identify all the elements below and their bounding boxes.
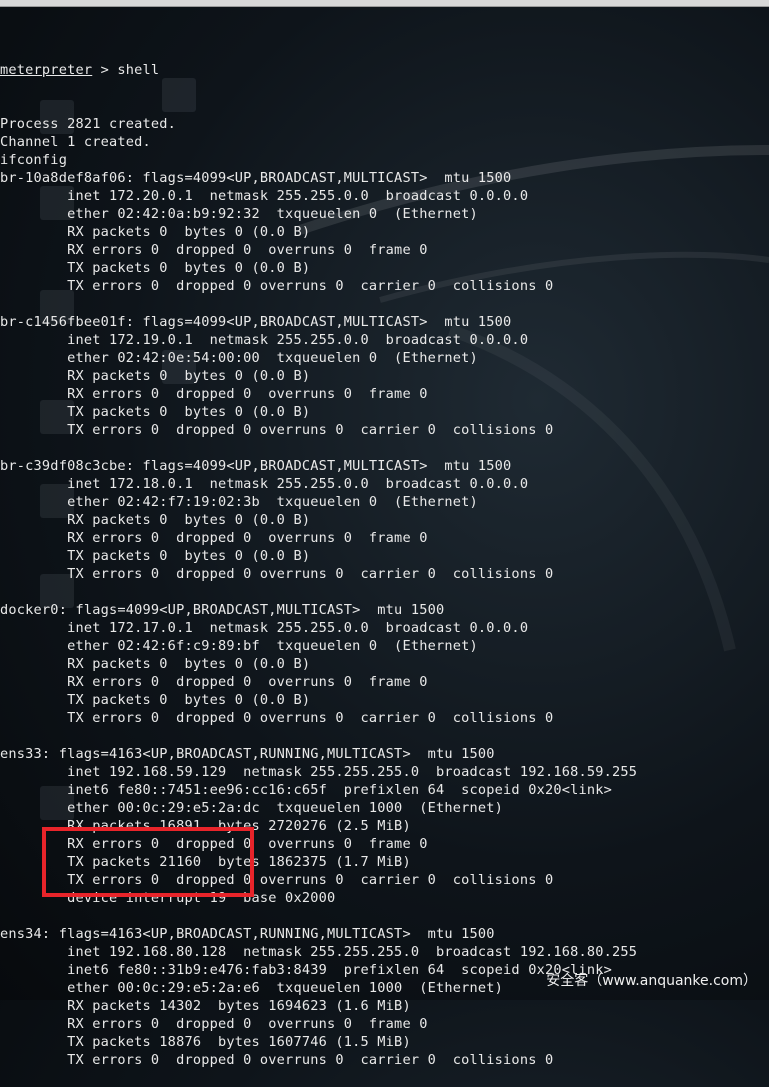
terminal-line: inet 172.18.0.1 netmask 255.255.0.0 broa…	[0, 476, 529, 492]
terminal-line: RX packets 0 bytes 0 (0.0 B)	[0, 512, 311, 528]
terminal-line: ether 02:42:0e:54:00:00 txqueuelen 0 (Et…	[0, 350, 478, 366]
meterpreter-prompt: meterpreter	[0, 62, 93, 78]
terminal-line: TX errors 0 dropped 0 overruns 0 carrier…	[0, 278, 554, 294]
watermark: 安全客（www.anquanke.com）	[546, 973, 757, 989]
terminal-line: TX errors 0 dropped 0 overruns 0 carrier…	[0, 710, 554, 726]
terminal-line: TX packets 18876 bytes 1607746 (1.5 MiB)	[0, 1034, 411, 1050]
terminal-output: meterpreter > shell Process 2821 created…	[0, 25, 637, 1087]
terminal-line: RX packets 0 bytes 0 (0.0 B)	[0, 656, 311, 672]
terminal-line: ether 02:42:6f:c9:89:bf txqueuelen 0 (Et…	[0, 638, 478, 654]
top-menu-bar	[0, 0, 769, 7]
terminal-line: RX errors 0 dropped 0 overruns 0 frame 0	[0, 1016, 428, 1032]
terminal-line: inet 172.19.0.1 netmask 255.255.0.0 broa…	[0, 332, 529, 348]
shell-command: > shell	[92, 62, 160, 78]
terminal-line: RX errors 0 dropped 0 overruns 0 frame 0	[0, 242, 428, 258]
terminal-line: RX errors 0 dropped 0 overruns 0 frame 0	[0, 674, 428, 690]
terminal-line: ether 00:0c:29:e5:2a:e6 txqueuelen 1000 …	[0, 980, 504, 996]
terminal-line: inet 192.168.80.128 netmask 255.255.255.…	[0, 944, 638, 960]
terminal-line: inet6 fe80::31b9:e476:fab3:8439 prefixle…	[0, 962, 613, 978]
terminal-line: docker0: flags=4099<UP,BROADCAST,MULTICA…	[0, 602, 445, 618]
terminal-line: TX errors 0 dropped 0 overruns 0 carrier…	[0, 422, 554, 438]
terminal-line: inet 192.168.59.129 netmask 255.255.255.…	[0, 764, 638, 780]
terminal-line: br-c1456fbee01f: flags=4099<UP,BROADCAST…	[0, 314, 512, 330]
highlight-box	[42, 827, 254, 897]
terminal-line: TX errors 0 dropped 0 overruns 0 carrier…	[0, 1052, 554, 1068]
terminal-line: RX packets 0 bytes 0 (0.0 B)	[0, 224, 311, 240]
terminal-line: TX packets 0 bytes 0 (0.0 B)	[0, 692, 311, 708]
terminal-line: TX errors 0 dropped 0 overruns 0 carrier…	[0, 566, 554, 582]
terminal-line: ens33: flags=4163<UP,BROADCAST,RUNNING,M…	[0, 746, 495, 762]
terminal-line: RX packets 0 bytes 0 (0.0 B)	[0, 368, 311, 384]
terminal-line: br-10a8def8af06: flags=4099<UP,BROADCAST…	[0, 170, 512, 186]
terminal-line: ether 02:42:0a:b9:92:32 txqueuelen 0 (Et…	[0, 206, 478, 222]
terminal-line: Process 2821 created.	[0, 116, 177, 132]
terminal-line: Channel 1 created.	[0, 134, 151, 150]
terminal-line: ens34: flags=4163<UP,BROADCAST,RUNNING,M…	[0, 926, 495, 942]
terminal-line: ether 00:0c:29:e5:2a:dc txqueuelen 1000 …	[0, 800, 504, 816]
terminal-line: RX errors 0 dropped 0 overruns 0 frame 0	[0, 530, 428, 546]
terminal-line: br-c39df08c3cbe: flags=4099<UP,BROADCAST…	[0, 458, 512, 474]
terminal-line: TX packets 0 bytes 0 (0.0 B)	[0, 404, 311, 420]
terminal-line: inet6 fe80::7451:ee96:cc16:c65f prefixle…	[0, 782, 613, 798]
terminal-line: inet 172.20.0.1 netmask 255.255.0.0 broa…	[0, 188, 529, 204]
terminal-line: ifconfig	[0, 152, 68, 168]
terminal-line: ether 02:42:f7:19:02:3b txqueuelen 0 (Et…	[0, 494, 478, 510]
terminal-line: TX packets 0 bytes 0 (0.0 B)	[0, 260, 311, 276]
terminal-line: inet 172.17.0.1 netmask 255.255.0.0 broa…	[0, 620, 529, 636]
terminal-line: RX errors 0 dropped 0 overruns 0 frame 0	[0, 386, 428, 402]
terminal-command-line: meterpreter > shell	[0, 61, 637, 79]
terminal-line: TX packets 0 bytes 0 (0.0 B)	[0, 548, 311, 564]
